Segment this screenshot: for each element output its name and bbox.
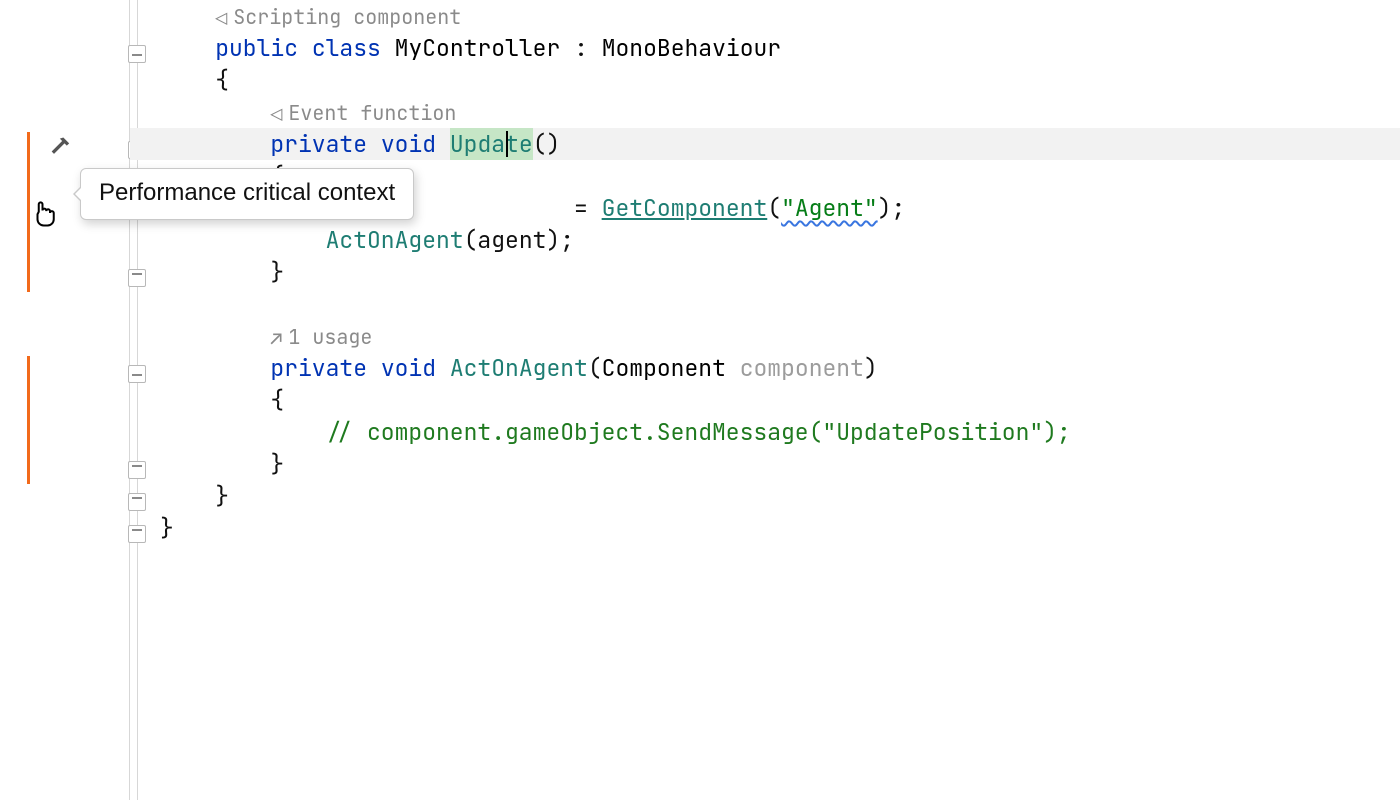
string-literal-agent[interactable]: "Agent": [781, 193, 878, 223]
code-line: ◁Event function: [130, 96, 1400, 128]
gutter-tooltip: Performance critical context: [80, 168, 414, 220]
code-line[interactable]: public class MyController : MonoBehaviou…: [130, 32, 1400, 64]
code-content[interactable]: ◁Scripting component public class MyCont…: [130, 0, 1400, 800]
usage-icon: ↗: [270, 323, 282, 355]
code-line: ◁Scripting component: [130, 0, 1400, 32]
unity-icon: ◁: [270, 99, 282, 131]
code-line[interactable]: }: [130, 512, 1400, 544]
code-lens-hint[interactable]: ↗1 usage: [270, 324, 372, 350]
pointer-cursor-icon: [30, 198, 58, 226]
hammer-icon[interactable]: [47, 134, 75, 162]
code-line[interactable]: // component.gameObject.SendMessage("Upd…: [130, 416, 1400, 448]
method-ref-getcomponent[interactable]: GetComponent: [602, 193, 768, 223]
code-lens-hint[interactable]: ◁Scripting component: [215, 4, 461, 30]
code-line[interactable]: private void ActOnAgent(Component compon…: [130, 352, 1400, 384]
code-line[interactable]: {: [130, 384, 1400, 416]
code-line[interactable]: }: [130, 448, 1400, 480]
text-caret: [506, 131, 508, 157]
code-line: [130, 288, 1400, 320]
code-line[interactable]: }: [130, 256, 1400, 288]
performance-marker: [27, 356, 30, 484]
code-comment: // component.gameObject.SendMessage("Upd…: [326, 417, 1071, 447]
tooltip-text: Performance critical context: [99, 179, 395, 206]
editor-gutter[interactable]: [0, 0, 130, 800]
method-name-update: Update: [450, 128, 533, 160]
code-lens-hint[interactable]: ◁Event function: [270, 100, 456, 126]
code-editor-pane[interactable]: ◁Scripting component public class MyCont…: [0, 0, 1400, 800]
code-line[interactable]: }: [130, 480, 1400, 512]
code-line[interactable]: ActOnAgent(agent);: [130, 224, 1400, 256]
unity-icon: ◁: [215, 3, 227, 35]
code-line[interactable]: {: [130, 64, 1400, 96]
code-line-current[interactable]: private void Update(): [130, 128, 1400, 160]
code-line: ↗1 usage: [130, 320, 1400, 352]
